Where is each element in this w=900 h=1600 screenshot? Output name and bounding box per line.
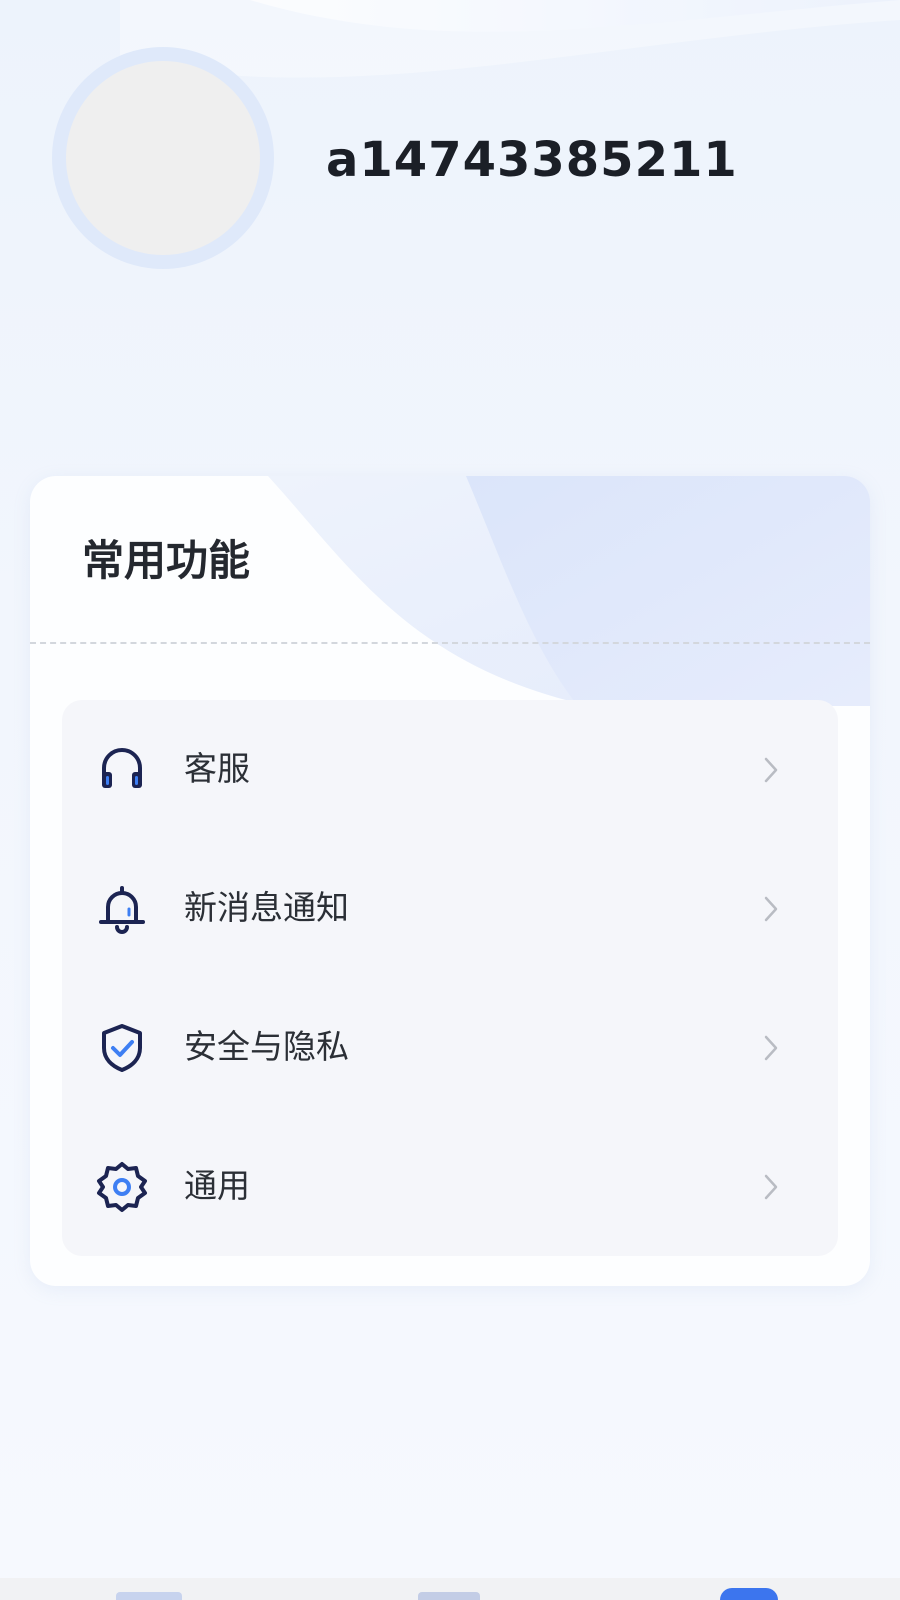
avatar[interactable] — [52, 47, 274, 269]
tab-3-icon — [720, 1588, 778, 1600]
chevron-right-icon — [764, 896, 778, 922]
chevron-right-icon — [764, 757, 778, 783]
card-title: 常用功能 — [82, 536, 251, 585]
menu-item-security-privacy[interactable]: 安全与隐私 — [62, 978, 838, 1117]
dashed-divider — [30, 642, 870, 644]
tab-1-icon — [116, 1592, 182, 1600]
chevron-right-icon — [764, 1174, 778, 1200]
menu-list: 客服 新消息通知 安全与隐私 通用 — [62, 700, 838, 1256]
tab-1[interactable] — [100, 1578, 200, 1600]
gear-icon — [97, 1162, 147, 1212]
menu-item-customer-service[interactable]: 客服 — [62, 700, 838, 839]
chevron-right-icon — [764, 1035, 778, 1061]
headset-icon — [102, 748, 142, 788]
avatar-placeholder — [66, 61, 260, 255]
menu-item-general[interactable]: 通用 — [62, 1117, 838, 1256]
menu-item-label: 通用 — [184, 1166, 250, 1205]
tab-2[interactable] — [400, 1578, 500, 1600]
menu-item-notifications[interactable]: 新消息通知 — [62, 839, 838, 978]
profile-header: a14743385211 — [0, 0, 900, 330]
tab-3-active[interactable] — [700, 1578, 800, 1600]
bottom-tab-bar — [0, 1578, 900, 1600]
card-header-decoration — [268, 476, 870, 706]
menu-item-label: 新消息通知 — [184, 888, 349, 927]
shield-check-icon — [102, 1024, 142, 1072]
menu-item-label: 安全与隐私 — [184, 1027, 349, 1066]
username: a14743385211 — [326, 132, 738, 188]
common-functions-card: 常用功能 客服 新消息通知 安全与隐私 通用 — [30, 476, 870, 1286]
bell-icon — [99, 886, 145, 934]
menu-item-label: 客服 — [184, 749, 250, 788]
tab-2-icon — [418, 1592, 480, 1600]
